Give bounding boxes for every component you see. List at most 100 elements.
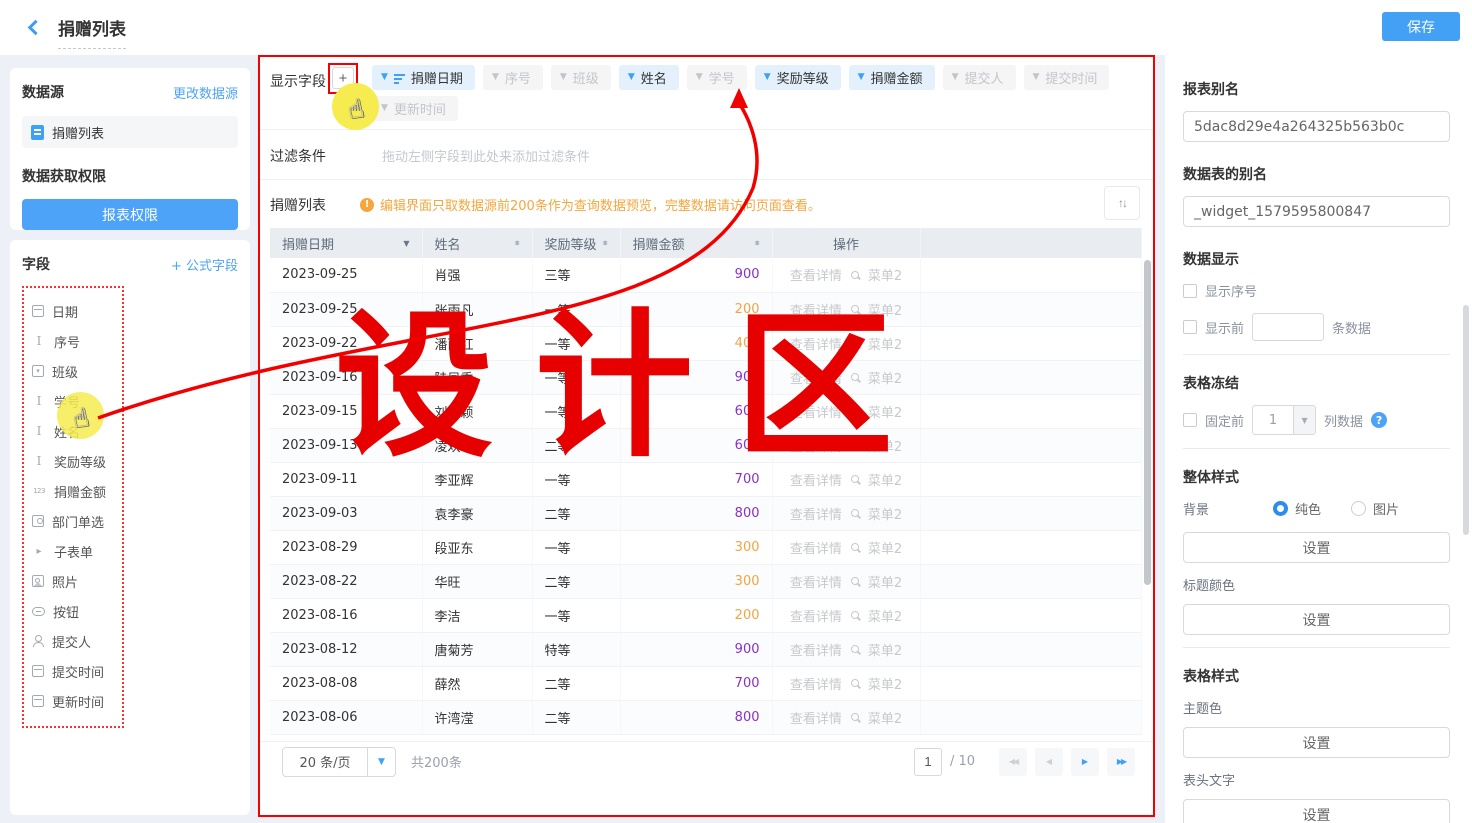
view-detail-link[interactable]: 查看详情 xyxy=(790,334,842,353)
field-item-student-no[interactable]: I学号 xyxy=(32,386,122,416)
add-formula-field-link[interactable]: + 公式字段 xyxy=(171,255,238,274)
view-detail-link[interactable]: 查看详情 xyxy=(790,674,842,693)
row-limit-input[interactable] xyxy=(1252,313,1324,341)
col-award-level[interactable]: 奖励等级▲▼ xyxy=(532,228,620,258)
datasource-item[interactable]: 捐赠列表 xyxy=(22,116,238,148)
menu2-link[interactable]: 菜单2 xyxy=(868,674,902,693)
page-size-select[interactable]: 20 条/页 ▼ xyxy=(282,747,396,777)
solid-color-radio[interactable] xyxy=(1273,501,1288,516)
menu2-link[interactable]: 菜单2 xyxy=(868,470,902,489)
menu2-link[interactable]: 菜单2 xyxy=(868,300,902,319)
view-detail-link[interactable]: 查看详情 xyxy=(790,708,842,727)
view-detail-link[interactable]: 查看详情 xyxy=(790,402,842,421)
magnifier-icon[interactable] xyxy=(851,441,859,449)
field-item-submit-time[interactable]: 提交时间 xyxy=(32,656,122,686)
magnifier-icon[interactable] xyxy=(851,713,859,721)
first-page-button[interactable]: ◀◀ xyxy=(999,748,1027,776)
sort-desc-icon[interactable]: ▼ xyxy=(403,239,409,248)
view-detail-link[interactable]: 查看详情 xyxy=(790,572,842,591)
magnifier-icon[interactable] xyxy=(851,475,859,483)
last-page-button[interactable]: ▶▶ xyxy=(1107,748,1135,776)
add-display-field-button[interactable]: + xyxy=(332,67,354,89)
view-detail-link[interactable]: 查看详情 xyxy=(790,606,842,625)
menu2-link[interactable]: 菜单2 xyxy=(868,368,902,387)
chip-student-no[interactable]: ▼学号 xyxy=(687,65,747,90)
menu2-link[interactable]: 菜单2 xyxy=(868,504,902,523)
menu2-link[interactable]: 菜单2 xyxy=(868,436,902,455)
next-page-button[interactable]: ▶ xyxy=(1071,748,1099,776)
view-detail-link[interactable]: 查看详情 xyxy=(790,470,842,489)
magnifier-icon[interactable] xyxy=(851,373,859,381)
field-item-serial[interactable]: I序号 xyxy=(32,326,122,356)
menu2-link[interactable]: 菜单2 xyxy=(868,606,902,625)
fix-count-select[interactable]: 1 ▼ xyxy=(1252,405,1316,435)
field-item-department[interactable]: 部门单选 xyxy=(32,506,122,536)
table-alias-input[interactable] xyxy=(1183,196,1450,227)
menu2-link[interactable]: 菜单2 xyxy=(868,640,902,659)
col-amount[interactable]: 捐赠金额▲▼ xyxy=(620,228,772,258)
menu2-link[interactable]: 菜单2 xyxy=(868,265,902,284)
show-index-checkbox[interactable] xyxy=(1183,284,1197,298)
magnifier-icon[interactable] xyxy=(851,679,859,687)
magnifier-icon[interactable] xyxy=(851,271,859,279)
view-detail-link[interactable]: 查看详情 xyxy=(790,640,842,659)
chip-class[interactable]: ▼班级 xyxy=(551,65,611,90)
theme-color-set-button[interactable]: 设置 xyxy=(1183,727,1450,758)
field-item-date[interactable]: 日期 xyxy=(32,296,122,326)
col-donation-date[interactable]: 捐赠日期▼ xyxy=(270,228,422,258)
view-detail-link[interactable]: 查看详情 xyxy=(790,436,842,455)
magnifier-icon[interactable] xyxy=(851,611,859,619)
view-detail-link[interactable]: 查看详情 xyxy=(790,368,842,387)
prev-page-button[interactable]: ◀ xyxy=(1035,748,1063,776)
menu2-link[interactable]: 菜单2 xyxy=(868,572,902,591)
panel-scrollbar[interactable] xyxy=(1463,305,1469,535)
chip-donation-date[interactable]: ▼捐赠日期 xyxy=(372,65,475,90)
view-detail-link[interactable]: 查看详情 xyxy=(790,300,842,319)
report-permission-button[interactable]: 报表权限 xyxy=(22,199,238,230)
image-radio[interactable] xyxy=(1351,501,1366,516)
table-sort-button[interactable]: ↑↓ xyxy=(1104,186,1140,220)
filter-row[interactable]: 过滤条件 拖动左侧字段到此处来添加过滤条件 xyxy=(260,130,1153,180)
magnifier-icon[interactable] xyxy=(851,645,859,653)
chip-submit-time[interactable]: ▼提交时间 xyxy=(1024,65,1110,90)
field-item-class[interactable]: ▾班级 xyxy=(32,356,122,386)
field-item-submitter[interactable]: 提交人 xyxy=(32,626,122,656)
report-alias-input[interactable] xyxy=(1183,111,1450,142)
menu2-link[interactable]: 菜单2 xyxy=(868,334,902,353)
chip-award-level[interactable]: ▼奖励等级 xyxy=(755,65,841,90)
menu2-link[interactable]: 菜单2 xyxy=(868,538,902,557)
sort-both-icon[interactable]: ▲▼ xyxy=(515,243,520,244)
change-datasource-link[interactable]: 更改数据源 xyxy=(173,83,238,102)
save-button[interactable]: 保存 xyxy=(1382,12,1460,41)
field-item-subform[interactable]: ▸子表单 xyxy=(32,536,122,566)
field-item-amount[interactable]: 123捐赠金额 xyxy=(32,476,122,506)
sort-both-icon[interactable]: ▲▼ xyxy=(755,243,760,244)
chip-name[interactable]: ▼姓名 xyxy=(619,65,679,90)
field-item-award-level[interactable]: I奖励等级 xyxy=(32,446,122,476)
view-detail-link[interactable]: 查看详情 xyxy=(790,504,842,523)
title-color-set-button[interactable]: 设置 xyxy=(1183,604,1450,635)
page-number-input[interactable] xyxy=(914,748,942,776)
col-name[interactable]: 姓名▲▼ xyxy=(422,228,532,258)
magnifier-icon[interactable] xyxy=(851,543,859,551)
table-scrollbar[interactable] xyxy=(1144,258,1151,734)
chip-serial[interactable]: ▼序号 xyxy=(483,65,543,90)
background-set-button[interactable]: 设置 xyxy=(1183,532,1450,563)
show-first-checkbox[interactable] xyxy=(1183,320,1197,334)
help-icon[interactable]: ? xyxy=(1371,412,1387,428)
view-detail-link[interactable]: 查看详情 xyxy=(790,538,842,557)
magnifier-icon[interactable] xyxy=(851,339,859,347)
menu2-link[interactable]: 菜单2 xyxy=(868,402,902,421)
field-item-button[interactable]: 按钮 xyxy=(32,596,122,626)
magnifier-icon[interactable] xyxy=(851,509,859,517)
fix-columns-checkbox[interactable] xyxy=(1183,413,1197,427)
field-item-update-time[interactable]: 更新时间 xyxy=(32,686,122,716)
field-item-photo[interactable]: 照片 xyxy=(32,566,122,596)
chip-amount[interactable]: ▼捐赠金额 xyxy=(849,65,935,90)
chip-update-time[interactable]: ▼更新时间 xyxy=(372,96,458,121)
chip-submitter[interactable]: ▼提交人 xyxy=(943,65,1016,90)
field-item-name[interactable]: I姓名 xyxy=(32,416,122,446)
magnifier-icon[interactable] xyxy=(851,577,859,585)
menu2-link[interactable]: 菜单2 xyxy=(868,708,902,727)
view-detail-link[interactable]: 查看详情 xyxy=(790,265,842,284)
